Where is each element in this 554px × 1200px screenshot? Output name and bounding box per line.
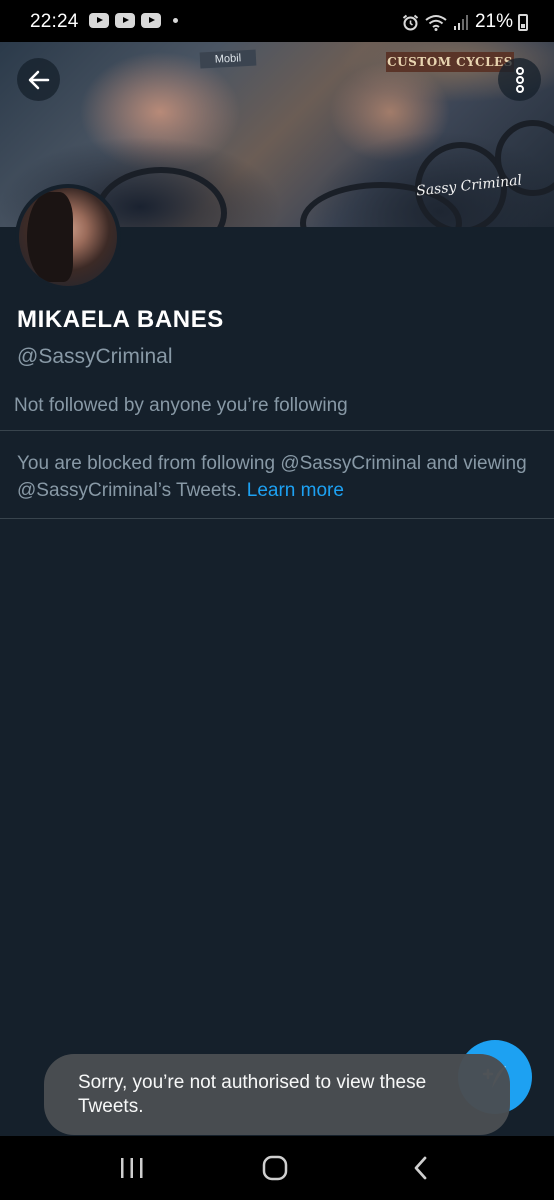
divider [0, 518, 554, 519]
youtube-icon [115, 13, 135, 28]
avatar[interactable] [15, 184, 121, 290]
recent-apps-icon[interactable] [119, 1156, 145, 1180]
alarm-icon [402, 14, 419, 30]
error-toast: Sorry, you’re not authorised to view the… [44, 1054, 510, 1135]
status-right: 21% [402, 11, 528, 33]
wifi-icon [425, 14, 447, 31]
profile-screen: 22:24 21% Mobil CUSTOM CYCLES Sassy Crim… [0, 0, 554, 1200]
back-button[interactable] [17, 58, 60, 101]
banner-mobil-sign: Mobil [199, 49, 257, 69]
profile-handle: @SassyCriminal [17, 345, 173, 368]
back-nav-icon[interactable] [408, 1155, 434, 1181]
learn-more-link[interactable]: Learn more [247, 480, 344, 501]
more-vertical-icon [515, 66, 524, 93]
battery-percent: 21% [474, 11, 513, 32]
battery-charging-icon [518, 13, 528, 31]
status-time: 22:24 [30, 11, 79, 32]
avatar-image [19, 188, 117, 286]
divider [0, 430, 554, 431]
system-nav-bar [0, 1136, 554, 1200]
followers-you-know-note[interactable]: Not followed by anyone you’re following [14, 395, 348, 417]
blocked-notice: You are blocked from following @SassyCri… [17, 450, 537, 504]
arrow-left-icon [28, 70, 49, 89]
more-options-button[interactable] [498, 58, 541, 101]
banner-shop-sign: CUSTOM CYCLES [386, 52, 514, 72]
signal-icon [453, 14, 468, 30]
status-bar: 22:24 21% [0, 0, 554, 42]
display-name: MIKAELA BANES [17, 306, 224, 333]
youtube-icon [89, 13, 109, 28]
avatar-hair-shape [27, 192, 73, 282]
youtube-icon [141, 13, 161, 28]
home-icon[interactable] [262, 1155, 288, 1181]
notification-dot-icon [173, 18, 178, 23]
